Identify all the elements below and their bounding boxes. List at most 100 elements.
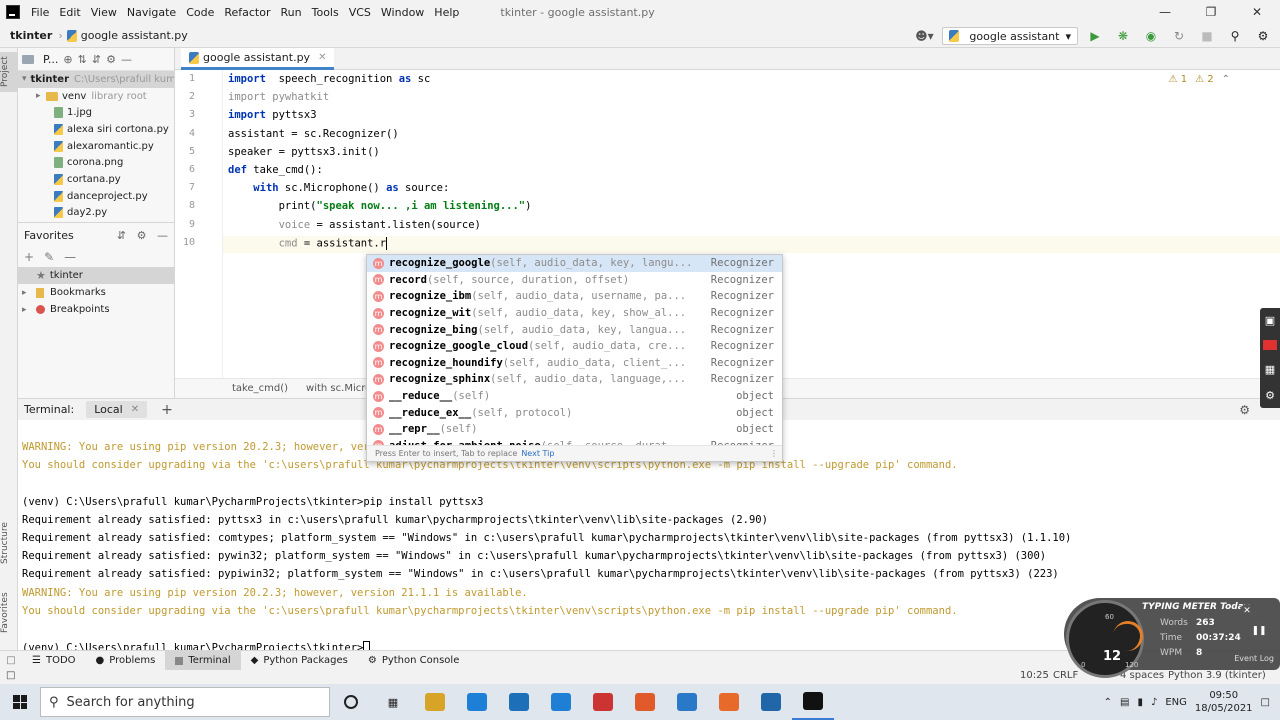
favorites-item[interactable]: ★ tkinter [18,267,174,284]
close-tab-icon[interactable]: ✕ [131,404,139,415]
python-idle-icon[interactable] [750,684,792,720]
chevron-up-icon[interactable]: ⌃ [1222,74,1230,85]
menu-edit[interactable]: Edit [54,6,85,19]
completion-item[interactable]: m record (self, source, duration, offset) R… [367,272,782,289]
app-l-icon[interactable] [540,684,582,720]
favorites-item[interactable]: ▸ Bookmarks [18,284,174,301]
add-icon[interactable]: + [24,250,34,264]
chevron-up-icon[interactable]: ⌃ [1104,697,1112,708]
tab-todo[interactable]: ☰ TODO [22,651,86,671]
clock[interactable]: 09:50 18/05/2021 [1195,689,1253,715]
pause-icon[interactable]: ❚❚ [1248,620,1270,642]
completion-item[interactable]: m recognize_bing (self, audio_data, key, l… [367,321,782,338]
battery-icon[interactable]: ▮ [1137,697,1143,708]
completion-item[interactable]: m recognize_google (self, audio_data, key,… [367,255,782,272]
line-separator[interactable]: CRLF [1053,670,1078,681]
hide-icon[interactable]: — [121,53,132,66]
task-view-icon[interactable]: ▦ [372,684,414,720]
record-icon[interactable] [1263,340,1277,351]
office-icon[interactable] [624,684,666,720]
next-tip-link[interactable]: Next Tip [521,449,554,458]
more-icon[interactable]: ⋮ [770,449,778,458]
tree-item-file[interactable]: day2.py [18,205,174,222]
minimize-icon[interactable]: — [1142,0,1188,24]
collapse-icon[interactable]: ⇵ [117,229,126,242]
structure-tool-tab[interactable]: Structure [0,518,18,568]
close-icon[interactable]: ✕ [1234,0,1280,24]
tree-item-file[interactable]: cortana.py [18,171,174,188]
close-tab-icon[interactable]: ✕ [318,52,326,63]
menu-code[interactable]: Code [181,6,219,19]
menu-view[interactable]: View [86,6,122,19]
tree-item-file[interactable]: corona.png [18,154,174,171]
taskbar-search[interactable]: ⚲ Search for anything [40,687,330,717]
tab-python-console[interactable]: ⚙ Python Console [358,651,470,671]
event-log-link[interactable]: Event Log [1234,654,1274,663]
project-pane-title[interactable]: P... [43,53,58,66]
indent-setting[interactable]: 4 spaces [1120,670,1164,681]
language-indicator[interactable]: ENG [1165,697,1187,708]
menu-tools[interactable]: Tools [307,6,344,19]
collapse-all-icon[interactable]: ⇵ [92,53,101,66]
add-terminal-icon[interactable]: + [161,402,173,418]
tree-item-venv[interactable]: ▸ venv library root [18,88,174,105]
tree-item-file[interactable]: danceproject.py [18,188,174,205]
completion-item[interactable]: m recognize_sphinx (self, audio_data, lang… [367,371,782,388]
coverage-icon[interactable]: ◉ [1140,26,1162,46]
tree-item-file[interactable]: alexa siri cortona.py [18,121,174,138]
completion-item[interactable]: m __reduce_ex__ (self, protocol) object [367,404,782,421]
completion-item[interactable]: m __reduce__ (self) object [367,388,782,405]
profile-icon[interactable]: ↻ [1168,26,1190,46]
completion-item[interactable]: m recognize_google_cloud (self, audio_data… [367,338,782,355]
editor-tab[interactable]: google assistant.py ✕ [181,48,335,70]
start-button[interactable] [0,684,40,720]
project-tool-tab[interactable]: Project [0,52,18,92]
search-icon[interactable]: ⚲ [1224,26,1246,46]
gear-icon[interactable]: ⚙ [106,53,116,66]
cortana-icon[interactable] [330,684,372,720]
gear-icon[interactable]: ⚙ [1265,389,1275,402]
tree-item-root[interactable]: ▾ tkinter C:\Users\prafull kum [18,71,174,88]
completion-item[interactable]: m recognize_ibm (self, audio_data, usernam… [367,288,782,305]
file-explorer-icon[interactable] [414,684,456,720]
locate-icon[interactable]: ⊕ [63,53,72,66]
menu-navigate[interactable]: Navigate [122,6,181,19]
menu-vcs[interactable]: VCS [344,6,376,19]
menu-window[interactable]: Window [376,6,429,19]
breadcrumb-project[interactable]: tkinter [10,29,52,42]
favorites-item[interactable]: ▸ Breakpoints [18,301,174,318]
completion-item[interactable]: m recognize_wit (self, audio_data, key, sh… [367,305,782,322]
hide-icon[interactable]: — [157,229,168,242]
vscode-icon[interactable] [666,684,708,720]
network-icon[interactable]: ▤ [1120,697,1129,708]
menu-run[interactable]: Run [276,6,307,19]
settings-icon[interactable]: ⚙ [1252,26,1274,46]
tree-item-file[interactable]: alexaromantic.py [18,138,174,155]
edge-icon[interactable] [456,684,498,720]
favorites-tool-tab[interactable]: Favorites [0,588,18,638]
python-interpreter[interactable]: Python 3.9 (tkinter) [1168,670,1266,681]
tab-problems[interactable]: ● Problems [86,651,166,671]
caret-position[interactable]: 10:25 [1020,670,1049,681]
run-icon[interactable]: ▶ [1084,26,1106,46]
tab-python-packages[interactable]: ◆ Python Packages [241,651,358,671]
run-config-dropdown[interactable]: google assistant ▾ [942,27,1078,45]
completion-item[interactable]: m recognize_houndify (self, audio_data, cl… [367,355,782,372]
camera-icon[interactable]: ▣ [1265,314,1275,327]
breadcrumb-file[interactable]: google assistant.py [81,29,188,42]
terminal-tab-local[interactable]: Local ✕ [86,401,148,418]
menu-help[interactable]: Help [429,6,464,19]
gear-icon[interactable]: ⚙ [137,229,147,242]
tree-item-file[interactable]: 1.jpg [18,104,174,121]
mcafee-icon[interactable] [582,684,624,720]
expand-all-icon[interactable]: ⇅ [78,53,87,66]
maximize-icon[interactable]: ❐ [1188,0,1234,24]
status-left-icon[interactable]: □ [6,670,15,681]
mail-icon[interactable] [498,684,540,720]
app-orange-icon[interactable] [708,684,750,720]
debug-icon[interactable]: ❋ [1112,26,1134,46]
stop-icon[interactable]: ■ [1196,26,1218,46]
volume-icon[interactable]: ♪ [1151,697,1157,708]
edit-icon[interactable]: ✎ [44,250,54,264]
remove-icon[interactable]: — [64,250,76,264]
